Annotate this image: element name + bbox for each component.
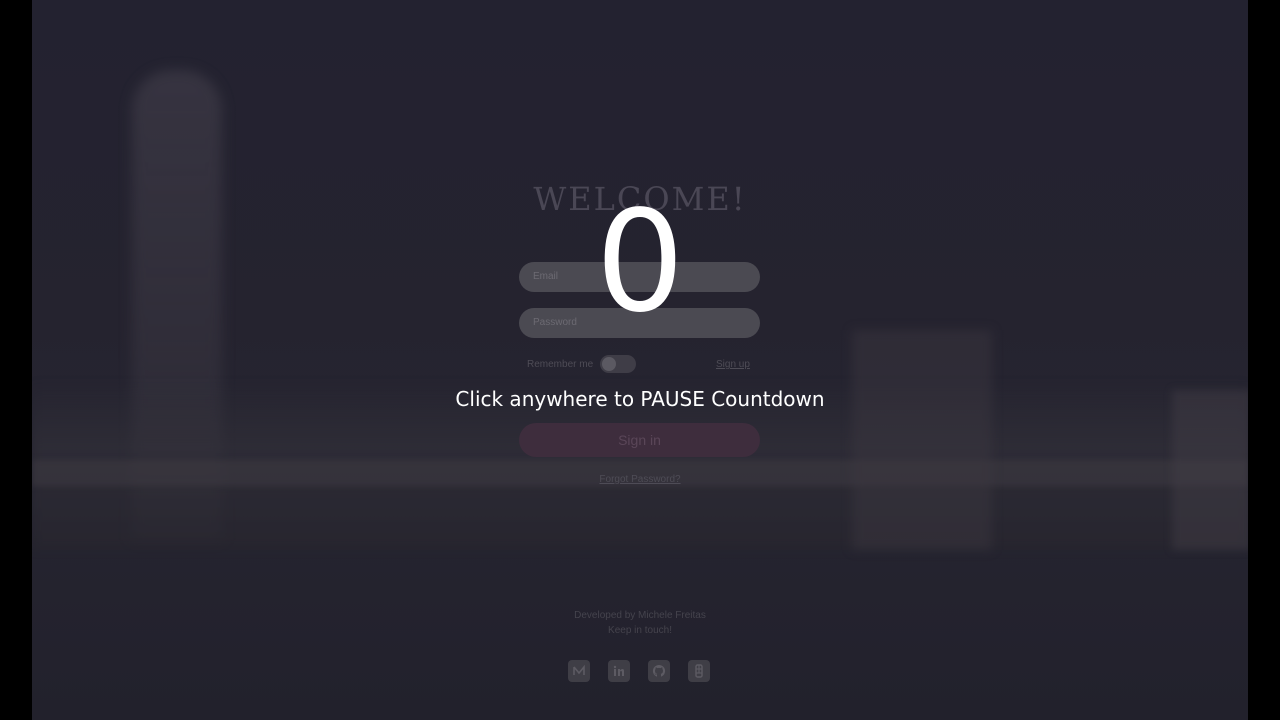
- medium-icon[interactable]: [568, 660, 590, 682]
- footer-credits: Developed by Michele Freitas Keep in tou…: [0, 608, 1280, 638]
- developed-by-text: Developed by Michele Freitas: [574, 610, 706, 621]
- social-links: [568, 660, 710, 682]
- countdown-number: 0: [595, 181, 685, 344]
- remember-me-toggle[interactable]: [600, 355, 636, 373]
- pause-countdown-hint: Click anywhere to PAUSE Countdown: [455, 387, 825, 411]
- background-building: [852, 330, 992, 550]
- countdown-overlay[interactable]: WELCOME! Email Password Remember me Sign…: [0, 0, 1280, 720]
- forgot-password-link[interactable]: Forgot Password?: [0, 474, 1280, 485]
- sign-in-button[interactable]: Sign in: [519, 423, 760, 457]
- keep-in-touch-text: Keep in touch!: [608, 625, 672, 636]
- toggle-knob: [602, 357, 616, 371]
- remember-me-label: Remember me: [527, 359, 594, 370]
- figma-icon[interactable]: [688, 660, 710, 682]
- sign-up-link[interactable]: Sign up: [716, 359, 750, 370]
- github-icon[interactable]: [648, 660, 670, 682]
- background-house: [1172, 390, 1248, 550]
- linkedin-icon[interactable]: [608, 660, 630, 682]
